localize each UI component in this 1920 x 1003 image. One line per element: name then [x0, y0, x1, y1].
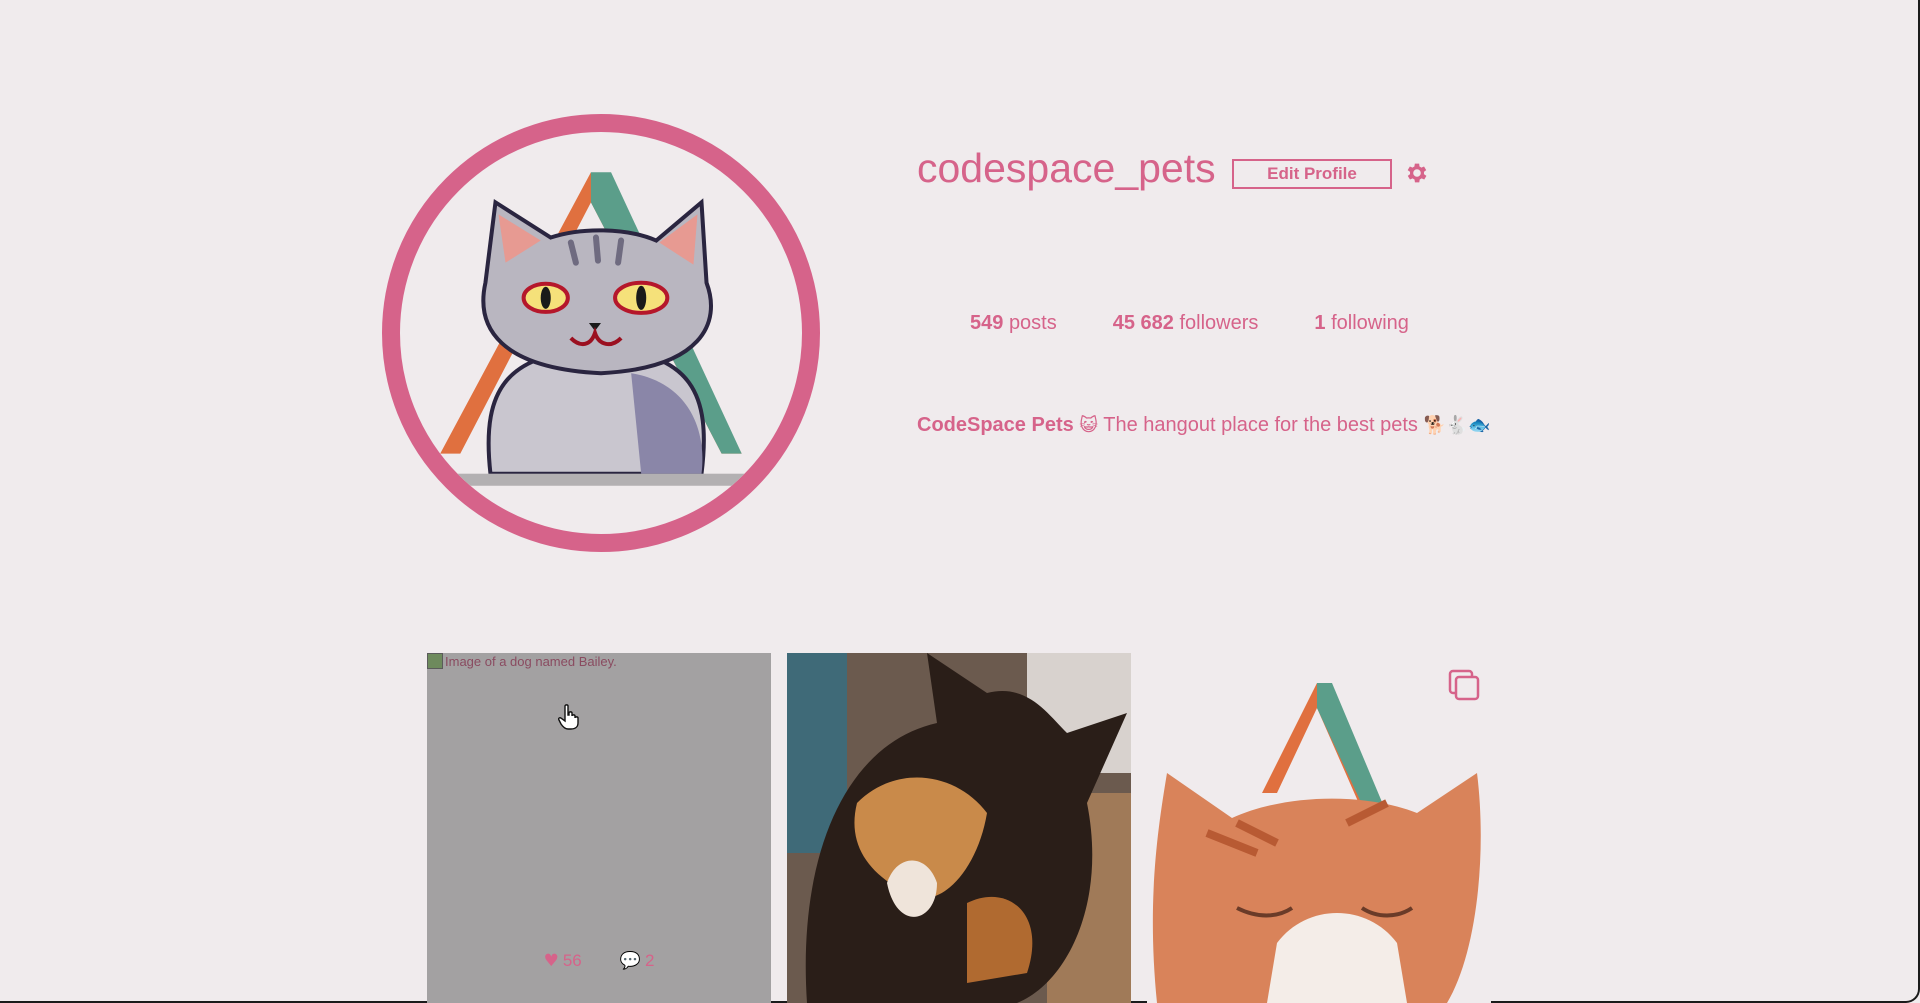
stat-following[interactable]: 1 following [1314, 312, 1409, 335]
post-tile[interactable]: Image of a dog named Bailey. ♥ 56 💬 2 [427, 653, 771, 1003]
multiple-images-icon [1448, 669, 1480, 701]
calico-cat-photo [787, 653, 1131, 1003]
stat-followers[interactable]: 45 682 followers [1113, 312, 1259, 335]
pets-emoji: 🐕🐇🐟 [1423, 415, 1491, 436]
broken-image: Image of a dog named Bailey. [427, 653, 617, 669]
profile-avatar[interactable] [382, 114, 820, 552]
gear-icon[interactable] [1404, 160, 1430, 186]
cat-emoji: 😺 [1079, 415, 1099, 436]
stat-posts[interactable]: 549 posts [970, 312, 1057, 335]
orange-cat-photo [1152, 683, 1481, 1003]
profile-username: codespace_pets [917, 145, 1216, 191]
post-tile[interactable] [787, 653, 1131, 1003]
heart-icon: ♥ [543, 951, 559, 971]
post-likes: ♥ 56 [543, 951, 582, 971]
image-alt-text: Image of a dog named Bailey. [445, 653, 617, 669]
post-overlay-stats: ♥ 56 💬 2 [427, 951, 771, 971]
post-comments: 💬 2 [619, 951, 655, 971]
bio-name: CodeSpace Pets [917, 414, 1074, 436]
edit-profile-button[interactable]: Edit Profile [1232, 159, 1392, 189]
profile-bio: CodeSpace Pets 😺 The hangout place for t… [917, 414, 1491, 437]
profile-stats: 549 posts 45 682 followers 1 following [970, 312, 1465, 335]
broken-image-icon [427, 653, 443, 669]
comment-icon: 💬 [619, 951, 641, 971]
bio-text: The hangout place for the best pets [1098, 414, 1424, 436]
post-tile[interactable] [1147, 653, 1491, 1003]
cat-avatar-illustration [440, 172, 762, 486]
